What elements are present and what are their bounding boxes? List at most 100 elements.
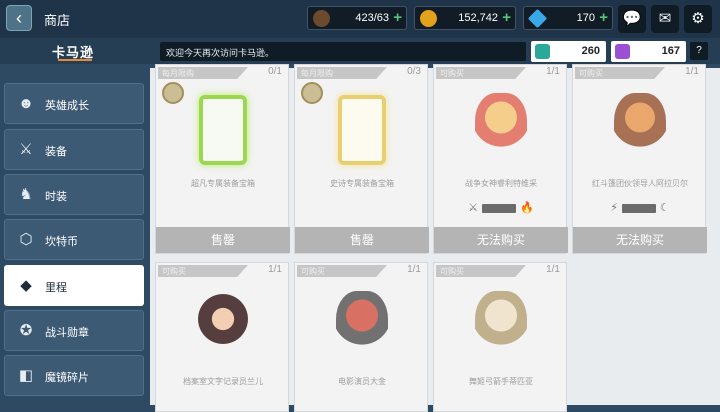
purchase-count: 1/1 <box>685 66 699 77</box>
sold-out-button[interactable]: 售罄 <box>295 227 429 253</box>
purchase-tag: 可购买 <box>436 265 526 277</box>
sidebar-item-hero-growth[interactable]: ☻ 英雄成长 <box>4 83 144 124</box>
hero-stats: ⚔ 🔥 <box>468 202 534 214</box>
brand-underline <box>58 59 92 61</box>
purchase-tag: 可购买 <box>575 67 665 79</box>
hero-portrait <box>469 83 533 171</box>
item-name: 舞姬弓箭手蒂匹亚 <box>469 377 533 386</box>
item-name: 档案室文字记录员兰儿 <box>183 377 263 386</box>
sidebar-item-label: 战斗勋章 <box>45 327 89 339</box>
gold-coin-icon <box>420 10 437 27</box>
shop-item-card[interactable]: 可购买 1/1 舞姬弓箭手蒂匹亚 <box>433 262 567 412</box>
item-image <box>330 83 394 171</box>
help-button[interactable]: ? <box>690 42 708 60</box>
purchase-tag: 每月限购 <box>297 67 387 79</box>
purchase-count: 0/3 <box>407 66 421 77</box>
star-rating-bar <box>621 203 656 213</box>
legendary-box-icon <box>199 95 247 165</box>
currency-crystal: 260 <box>531 41 606 62</box>
purchase-tag: 每月限购 <box>158 67 248 79</box>
purchase-count: 0/1 <box>268 66 282 77</box>
cannot-purchase-button[interactable]: 无法购买 <box>434 227 568 253</box>
mirror-shard-icon: ◧ <box>18 367 34 384</box>
sword-icon: ⚔ <box>19 141 33 158</box>
item-name: 红斗篷团伙领导人阿拉贝尔 <box>592 179 688 188</box>
page-title: 商店 <box>44 13 71 28</box>
shop-item-card[interactable]: 每月限购 0/1 超凡专属装备宝箱 售罄 <box>155 64 290 254</box>
plus-icon[interactable]: + <box>599 9 608 26</box>
plus-icon[interactable]: + <box>502 9 511 26</box>
hero-stats: ⚡ ☾ <box>610 202 670 214</box>
purchase-tag: 可购买 <box>297 265 387 277</box>
coffee-icon <box>313 10 330 27</box>
shop-item-card[interactable]: 可购买 1/1 档案室文字记录员兰儿 <box>155 262 289 412</box>
settings-button[interactable]: ⚙ <box>684 5 712 33</box>
shop-item-card[interactable]: 可购买 1/1 电影演员大金 <box>294 262 428 412</box>
hero-sprite-icon <box>475 93 527 163</box>
hero-sprite-icon <box>475 291 527 361</box>
sidebar-item-label: 里程 <box>45 282 67 294</box>
sidebar-item-mileage[interactable]: ◆ 里程 <box>4 265 144 306</box>
purchase-count: 1/1 <box>268 264 282 275</box>
purchase-tag: 可购买 <box>158 265 248 277</box>
item-image <box>191 83 255 171</box>
purchase-count: 1/1 <box>546 66 560 77</box>
shop-item-card[interactable]: 可购买 1/1 红斗篷团伙领导人阿拉贝尔 ⚡ ☾ 无法购买 <box>572 64 707 254</box>
item-name: 战争女神睿利特维采 <box>465 179 537 188</box>
costume-icon: ♞ <box>19 186 33 203</box>
epic-box-icon <box>338 95 386 165</box>
hero-portrait <box>469 281 533 369</box>
ticket-icon: ◆ <box>20 277 32 294</box>
resource-coffee[interactable]: 423/63 + <box>307 6 407 30</box>
purchase-count: 1/1 <box>546 264 560 275</box>
sidebar-item-kanter-coin[interactable]: ⬡ 坎特币 <box>4 219 144 260</box>
sidebar-item-label: 坎特币 <box>45 236 78 248</box>
gear-icon: ⚙ <box>691 10 705 27</box>
resource-value: 423/63 <box>355 12 389 24</box>
sidebar-item-label: 时装 <box>45 191 67 203</box>
cannot-purchase-button[interactable]: 无法购买 <box>573 227 707 253</box>
back-button[interactable]: ‹ <box>6 5 32 31</box>
chat-button[interactable]: 💬 <box>618 5 646 33</box>
plus-icon[interactable]: + <box>393 9 402 26</box>
star-rating-bar <box>482 203 517 213</box>
currency-ticket: 167 <box>611 41 686 62</box>
heart-crystal-icon <box>535 44 550 59</box>
chat-icon: 💬 <box>622 10 642 27</box>
item-name: 电影演员大金 <box>338 377 386 386</box>
currency-value: 260 <box>581 45 600 57</box>
shop-item-card[interactable]: 可购买 1/1 战争女神睿利特维采 ⚔ 🔥 无法购买 <box>433 64 568 254</box>
alarm-clock-icon <box>162 82 184 104</box>
sidebar-item-costume[interactable]: ♞ 时装 <box>4 174 144 215</box>
shop-grid: 每月限购 0/1 超凡专属装备宝箱 售罄 每月限购 0/3 史诗专属装备宝箱 售… <box>150 64 720 412</box>
mail-icon: ✉ <box>658 10 672 27</box>
back-arrow-icon: ‹ <box>16 8 22 28</box>
ticket-icon <box>615 44 630 59</box>
news-ticker: 欢迎今天再次访问卡马逊。 <box>160 42 526 61</box>
sidebar-item-battle-medal[interactable]: ✪ 战斗勋章 <box>4 310 144 351</box>
sidebar-item-label: 魔镜碎片 <box>45 372 89 384</box>
resource-gem[interactable]: 170 + <box>523 6 613 30</box>
sidebar-item-equipment[interactable]: ⚔ 装备 <box>4 129 144 170</box>
hero-sprite-icon <box>614 93 666 163</box>
hero-growth-icon: ☻ <box>18 95 34 112</box>
medal-icon: ✪ <box>19 322 33 339</box>
resource-gold[interactable]: 152,742 + <box>414 6 516 30</box>
alarm-clock-icon <box>301 82 323 104</box>
shop-item-card[interactable]: 每月限购 0/3 史诗专属装备宝箱 售罄 <box>294 64 429 254</box>
resource-value: 152,742 <box>458 12 498 24</box>
purchase-count: 1/1 <box>407 264 421 275</box>
mail-button[interactable]: ✉ <box>651 5 679 33</box>
sidebar-item-label: 装备 <box>45 146 67 158</box>
sidebar: ☻ 英雄成长 ⚔ 装备 ♞ 时装 ⬡ 坎特币 ◆ 里程 ✪ 战斗勋章 ◧ 魔镜碎… <box>0 68 150 405</box>
currency-value: 167 <box>661 45 680 57</box>
sold-out-button[interactable]: 售罄 <box>156 227 290 253</box>
sidebar-item-mirror-shard[interactable]: ◧ 魔镜碎片 <box>4 355 144 396</box>
hero-sprite-icon <box>197 291 249 361</box>
gem-icon <box>527 8 548 29</box>
hero-portrait <box>608 83 672 171</box>
resource-value: 170 <box>576 12 595 24</box>
purchase-tag: 可购买 <box>436 67 526 79</box>
hero-sprite-icon <box>336 291 388 361</box>
hero-portrait <box>191 281 255 369</box>
